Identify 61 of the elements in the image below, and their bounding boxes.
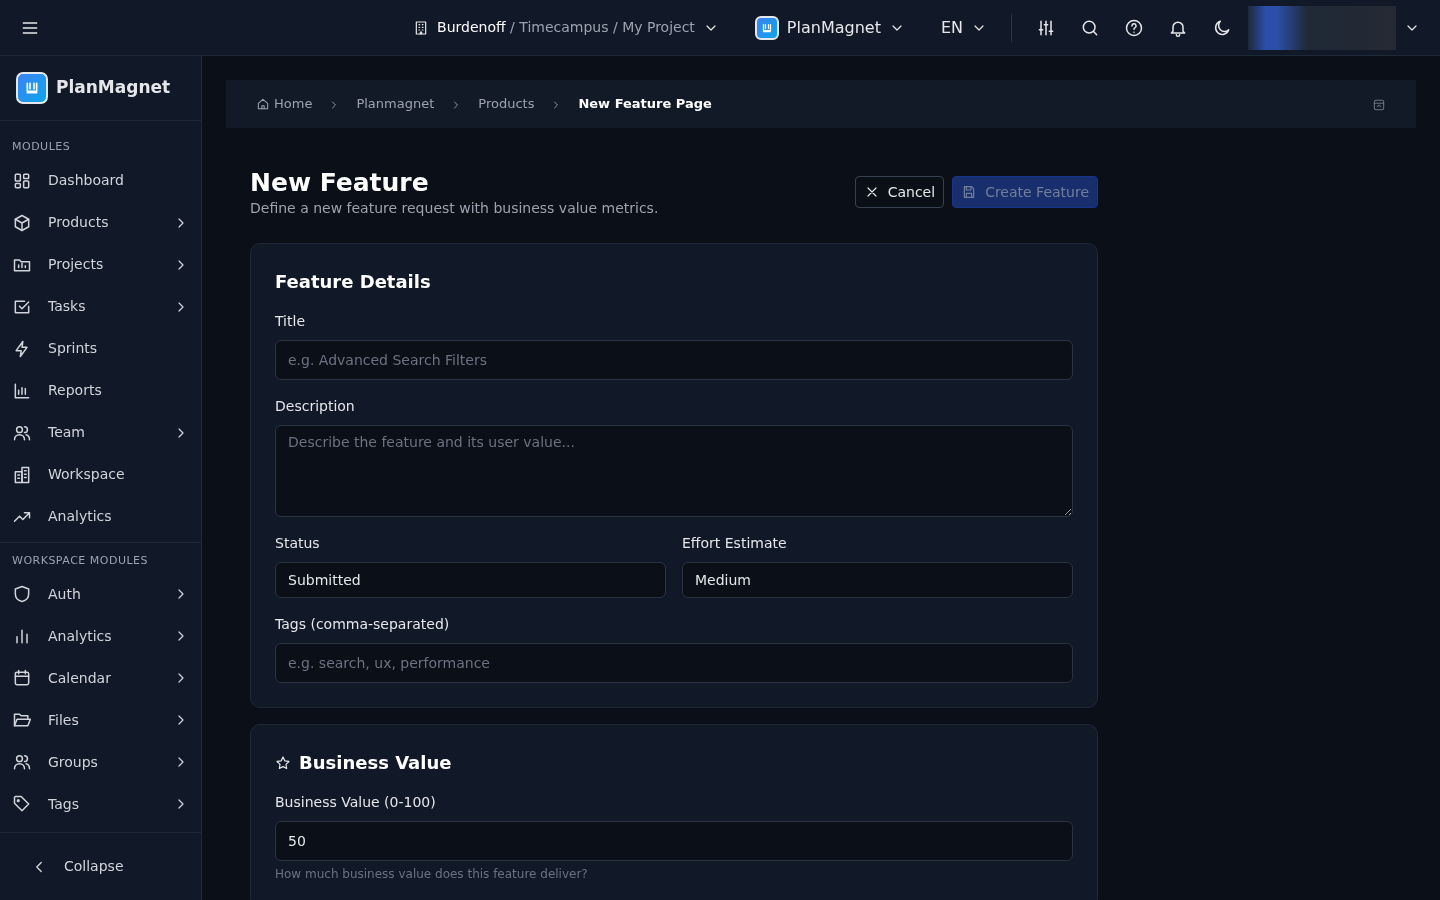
card-title: Feature Details [275, 270, 432, 294]
sidebar-item[interactable]: Products [0, 201, 201, 244]
tags-field[interactable]: e.g. search, ux, performance [275, 643, 1073, 683]
sidebar-item[interactable]: Files [0, 699, 201, 741]
field-hint: How much business value does this feature deliver? [275, 866, 589, 883]
page-subtitle: Define a new feature request with business value metrics. [250, 199, 660, 218]
description-field[interactable]: Describe the feature and its user value... [275, 425, 1073, 517]
home-icon [256, 97, 270, 111]
sidebar-item[interactable]: Auth [0, 573, 201, 615]
tag-icon [12, 794, 32, 814]
status-select[interactable]: Submitted [275, 562, 666, 598]
card-title: Business Value [299, 751, 452, 775]
business-value-field[interactable]: 50 [275, 821, 1073, 861]
sidebar-item[interactable]: Team [0, 411, 201, 454]
cube-icon [12, 212, 32, 233]
app-switcher[interactable]: PlanMagnet [748, 14, 911, 41]
section-label: MODULES [11, 139, 72, 155]
sidebar-item[interactable]: Sprints [0, 327, 201, 370]
help-icon [1124, 18, 1144, 38]
breadcrumb-link[interactable]: Home [256, 94, 313, 114]
field-label: Title [275, 312, 306, 331]
calendar-icon [12, 668, 32, 688]
building-icon [12, 464, 32, 485]
sidebar-item[interactable]: Calendar [0, 657, 201, 699]
breadcrumb-current: New Feature Page [578, 95, 712, 114]
title-field[interactable]: e.g. Advanced Search Filters [275, 340, 1073, 380]
field-label: Description [275, 397, 356, 416]
project-path: Burdenoff / Timecampus / My Project [437, 18, 695, 37]
language-selector[interactable]: EN [934, 14, 993, 41]
collapse-button[interactable]: Collapse [0, 845, 201, 888]
panel-icon [1372, 97, 1386, 112]
search-icon [1080, 18, 1100, 38]
field-label: Tags (comma-separated) [275, 615, 451, 634]
sidebar-item[interactable]: Analytics [0, 615, 201, 657]
app-logo [754, 15, 779, 40]
brand-name: PlanMagnet [56, 76, 171, 100]
star-icon [275, 754, 291, 771]
field-label: Status [275, 534, 321, 553]
sidebar-item[interactable]: Workspace [0, 453, 201, 496]
section-label: WORKSPACE MODULES [11, 552, 149, 569]
app-logo [16, 72, 48, 104]
field-label: Business Value (0-100) [275, 793, 437, 812]
users-icon [12, 752, 32, 772]
shield-icon [12, 584, 32, 604]
breadcrumb-link[interactable]: Planmagnet [356, 94, 435, 114]
sidebar-item[interactable]: Tasks [0, 285, 201, 328]
moon-icon [1212, 18, 1232, 38]
project-switcher[interactable]: Burdenoff / Timecampus / My Project [407, 16, 725, 39]
sidebar-item[interactable]: Tags [0, 783, 201, 825]
field-label: Effort Estimate [682, 534, 788, 553]
folder-icon [12, 710, 32, 730]
sidebar-item[interactable]: Analytics [0, 495, 201, 538]
page-title: New Feature [250, 168, 430, 198]
sliders-icon [1036, 18, 1056, 38]
sidebar-item[interactable]: Dashboard [0, 159, 201, 202]
effort-select[interactable]: Medium [682, 562, 1073, 598]
sidebar-item[interactable]: Projects [0, 243, 201, 286]
sidebar-item[interactable]: Groups [0, 741, 201, 783]
cancel-button[interactable]: Cancel [854, 176, 945, 208]
sidebar-item[interactable]: Reports [0, 369, 201, 412]
breadcrumb-link[interactable]: Products [478, 94, 535, 114]
